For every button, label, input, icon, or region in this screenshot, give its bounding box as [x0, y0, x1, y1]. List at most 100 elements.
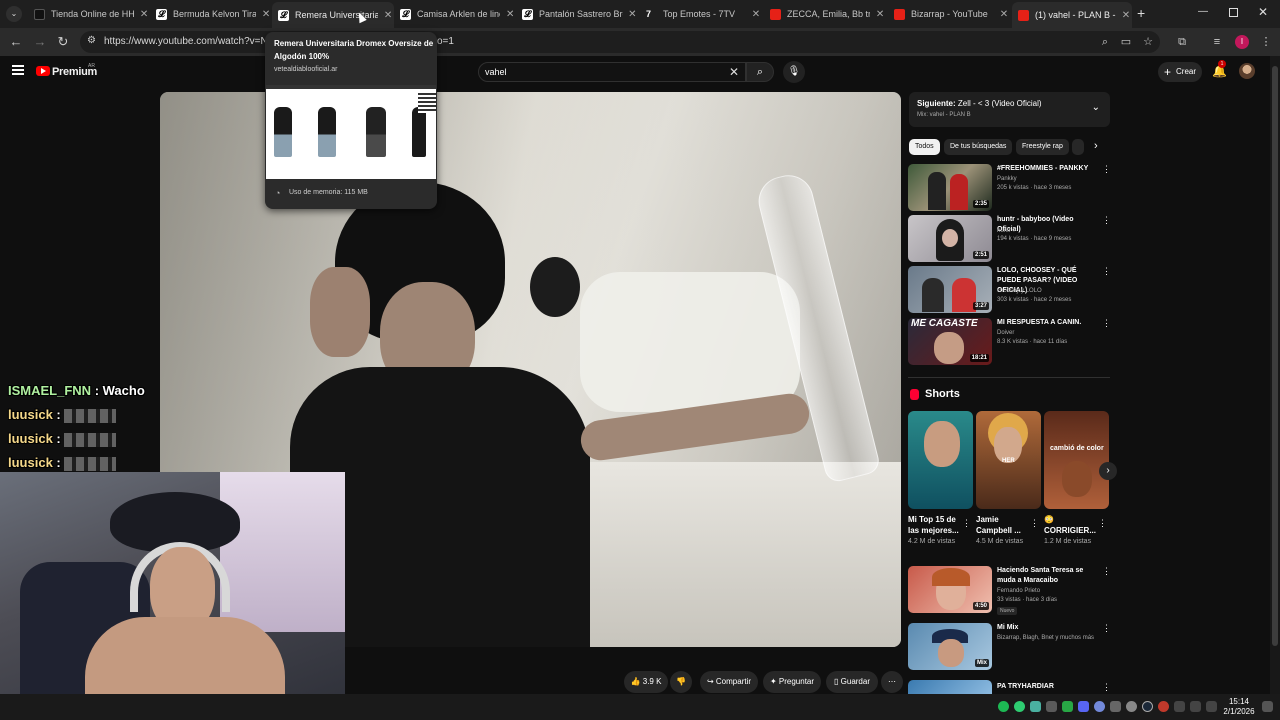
media-controls-icon[interactable]: ≡ [1209, 34, 1225, 50]
app-icon-grey[interactable] [1046, 701, 1057, 712]
like-button[interactable]: 👍 3.9 K [624, 671, 668, 693]
chip-all[interactable]: Todos [909, 139, 940, 155]
channel-name[interactable]: Pankky [997, 176, 1017, 182]
microphone-icon[interactable]: 🎙 [783, 61, 805, 83]
discord-icon[interactable] [1094, 701, 1105, 712]
tab-1[interactable]: 𝓛 Bermuda Kelvon Tira ✕ [150, 4, 272, 24]
spotify-icon[interactable] [998, 701, 1009, 712]
extensions-icon[interactable]: ⧉ [1174, 34, 1190, 50]
tab-6[interactable]: ZECCA, Emilia, Bb tr ✕ [764, 4, 886, 24]
video-thumbnail[interactable]: 3:27 [908, 266, 992, 313]
shorts-next-button[interactable]: › [1099, 462, 1117, 480]
dislike-button[interactable]: 👎 [670, 671, 692, 693]
short-thumbnail[interactable] [908, 411, 973, 509]
app-icon-blue[interactable] [1078, 701, 1089, 712]
recommendation-item[interactable]: 2:51 huntr - babyboo (Video Oficial) hun… [908, 215, 1111, 263]
close-window-button[interactable]: ✕ [1258, 5, 1268, 19]
tab-close-icon[interactable]: ✕ [998, 9, 1010, 20]
search-icon[interactable]: ⌕ [746, 62, 774, 82]
tab-close-icon[interactable]: ✕ [874, 9, 886, 20]
cast-icon[interactable]: ▭ [1118, 34, 1134, 50]
recommendation-item[interactable]: Mix Mi Mix Bizarrap, Blagh, Bnet y mucho… [908, 623, 1111, 671]
clear-search-icon[interactable]: ✕ [729, 65, 739, 79]
microphone-tray-icon[interactable] [1126, 701, 1137, 712]
scrollbar[interactable] [1270, 56, 1280, 694]
clock-time[interactable]: 15:14 [1224, 697, 1254, 706]
tab-close-icon[interactable]: ✕ [750, 9, 762, 20]
more-options-icon[interactable]: ⋮ [1030, 518, 1039, 529]
video-title[interactable]: Haciendo Santa Teresa se muda a Maracaib… [997, 566, 1097, 586]
app-icon-dark[interactable] [1110, 701, 1121, 712]
minimize-button[interactable]: — [1198, 6, 1208, 17]
tab-8[interactable]: (1) vahel - PLAN B - ✕ [1012, 2, 1132, 28]
short-thumbnail[interactable]: HER [976, 411, 1041, 509]
profile-avatar[interactable]: I [1235, 35, 1249, 49]
speaker-icon[interactable] [1190, 701, 1201, 712]
recommendation-item[interactable]: ME CAGASTE 18:21 MI RESPUESTA A CANIN. D… [908, 318, 1111, 366]
app-icon-green[interactable] [1014, 701, 1025, 712]
up-next-panel[interactable]: Siguiente: Zell - < 3 (Video Oficial) Mi… [909, 92, 1110, 127]
forward-icon[interactable]: → [32, 34, 48, 50]
bookmark-star-icon[interactable]: ☆ [1140, 34, 1156, 50]
chip-freestyle[interactable]: Freestyle rap [1016, 139, 1069, 155]
channel-name[interactable]: Doiver [997, 330, 1014, 336]
youtube-logo-icon[interactable] [36, 66, 50, 76]
tab-close-icon[interactable]: ✕ [138, 9, 150, 20]
more-options-icon[interactable]: ⋮ [1098, 518, 1107, 529]
battery-icon[interactable] [1206, 701, 1217, 712]
channel-name[interactable]: Fernando Prieto [997, 588, 1040, 594]
channel-name[interactable]: Bizarrap, Blagh, Bnet y muchos más [997, 635, 1094, 641]
address-bar[interactable]: ⚙ https://www.youtube.com/watch?v=Ns o=1 [80, 31, 1160, 53]
back-icon[interactable]: ← [8, 34, 24, 50]
channel-name[interactable]: huntr ✓ [997, 227, 1017, 234]
video-thumbnail[interactable]: 2:35 [908, 164, 992, 211]
tab-7[interactable]: Bizarrap - YouTube ✕ [888, 4, 1010, 24]
more-options-icon[interactable]: ⋮ [1102, 215, 1111, 226]
recommendation-item[interactable]: 3:27 LOLO, CHOOSEY - QUÉ PUEDE PASAR? (V… [908, 266, 1111, 314]
tab-5[interactable]: 7 Top Emotes - 7TV ✕ [640, 4, 762, 24]
hamburger-menu-icon[interactable] [12, 65, 24, 75]
short-title[interactable]: Mi Top 15 de las mejores... [908, 514, 966, 536]
chrome-menu-icon[interactable]: ⋮ [1258, 34, 1274, 50]
recommendation-item[interactable]: 2:35 #FREEHOMMIES - PANKKY Pankky 205 k … [908, 164, 1111, 212]
create-button[interactable]: + Crear [1158, 62, 1202, 82]
tab-0[interactable]: Tienda Online de HH ✕ [28, 4, 150, 24]
clock-date[interactable]: 2/1/2026 [1222, 707, 1256, 716]
tab-3[interactable]: 𝓛 Camisa Arklen de line ✕ [394, 4, 516, 24]
zoom-icon[interactable]: ⌕ [1097, 34, 1113, 50]
reload-icon[interactable]: ↻ [55, 34, 71, 50]
search-field[interactable]: vahel ✕ [478, 62, 746, 82]
more-options-icon[interactable]: ⋮ [962, 518, 971, 529]
channel-name[interactable]: choosey y LOLO [997, 288, 1042, 294]
video-title[interactable]: #FREEHOMMIES - PANKKY [997, 164, 1097, 174]
network-icon[interactable] [1174, 701, 1185, 712]
new-tab-button[interactable]: + [1137, 6, 1145, 20]
video-title[interactable]: MI RESPUESTA A CANIN. [997, 318, 1097, 328]
steam-icon[interactable] [1142, 701, 1153, 712]
short-title[interactable]: 😳 CORRIGIER... [1044, 514, 1102, 536]
app-icon-teal[interactable] [1030, 701, 1041, 712]
video-thumbnail[interactable]: 2:51 [908, 215, 992, 262]
short-title[interactable]: Jamie Campbell ... [976, 514, 1034, 536]
avatar[interactable] [1239, 63, 1255, 79]
tab-close-icon[interactable]: ✕ [504, 9, 516, 20]
tab-4[interactable]: 𝓛 Pantalón Sastrero Bre ✕ [516, 4, 638, 24]
app-icon-green-square[interactable] [1062, 701, 1073, 712]
chevron-down-icon[interactable]: ⌄ [1092, 102, 1100, 113]
ask-button[interactable]: ✦ Preguntar [763, 671, 821, 693]
video-title[interactable]: Mi Mix [997, 623, 1097, 633]
more-options-icon[interactable]: ⋮ [1102, 566, 1111, 577]
tab-close-icon[interactable]: ✕ [627, 9, 638, 20]
video-thumbnail[interactable]: Mix [908, 623, 992, 670]
tab-close-icon[interactable]: ✕ [382, 10, 394, 21]
more-options-icon[interactable]: ⋮ [1102, 266, 1111, 277]
app-icon-red[interactable] [1158, 701, 1169, 712]
video-thumbnail[interactable]: ME CAGASTE 18:21 [908, 318, 992, 365]
short-thumbnail[interactable]: cambió de color [1044, 411, 1109, 509]
search-input[interactable]: vahel [485, 67, 507, 77]
maximize-button[interactable] [1229, 8, 1238, 17]
save-button[interactable]: ▯ Guardar [826, 671, 878, 693]
tab-close-icon[interactable]: ✕ [1120, 10, 1132, 21]
notifications-tray-icon[interactable] [1262, 701, 1273, 712]
more-actions-button[interactable]: ⋯ [881, 671, 903, 693]
